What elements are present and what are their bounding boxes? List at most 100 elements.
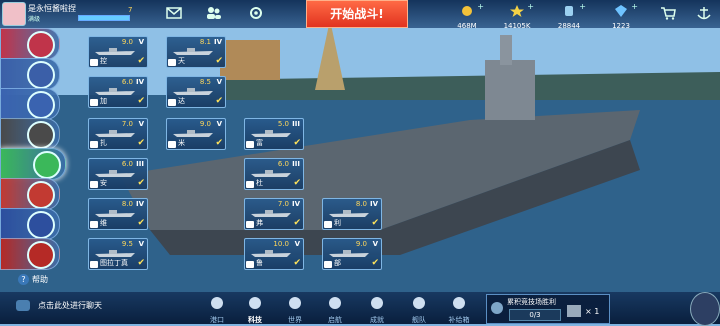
ship-tier: III [136,160,144,168]
nation-tab[interactable] [0,58,60,90]
tech-icon [249,297,261,309]
sail-icon [329,297,341,309]
nation-tab[interactable] [0,178,60,210]
ship-silhouette-icon [95,88,135,95]
nav-achievement[interactable]: 成就 [362,295,392,324]
nation-flag-icon [90,181,98,188]
nation-tab[interactable] [0,148,66,180]
nation-flag-icon [246,181,254,188]
commander-avatar[interactable] [690,292,720,326]
nation-tab[interactable] [0,88,60,120]
check-icon: ✔ [137,96,145,106]
ship-silhouette-icon [251,130,291,137]
task-panel[interactable]: 累积竞技场胜利 0/3 × 1 [486,294,610,324]
ship-card[interactable]: 7.0 IV 弗 ✔ [244,198,304,230]
nation-tab[interactable] [0,118,60,150]
ship-tier: V [138,120,144,128]
ship-silhouette-icon [95,130,135,137]
nav-fleet[interactable]: 舰队 [404,295,434,324]
ship-silhouette-icon [251,170,291,177]
ship-card[interactable]: 10.0 V 鲁 ✔ [244,238,304,270]
ship-card[interactable]: 7.0 V 扎 ✔ [88,118,148,150]
nav-tech[interactable]: 科技 [240,295,270,324]
ship-card[interactable]: 9.0 V 米 ✔ [166,118,226,150]
friends-icon[interactable] [206,6,222,20]
resource-gems[interactable]: 1223 + [596,2,646,30]
nation-flag-icon [324,261,332,268]
ship-level: 8.5 [199,78,211,86]
nation-emblem-icon [27,121,55,149]
check-icon: ✔ [137,218,145,228]
nation-tab[interactable] [0,238,60,270]
ship-card[interactable]: 9.5 V 图拉丁真 ✔ [88,238,148,270]
ship-card[interactable]: 9.0 V 控 ✔ [88,36,148,68]
shop-cart-icon[interactable] [660,6,676,20]
plus-icon[interactable]: + [527,2,534,11]
ship-tier: IV [291,200,300,208]
nation-emblem-icon [27,241,55,269]
check-icon: ✔ [293,218,301,228]
supply-box-icon [453,297,465,309]
ship-silhouette-icon [173,130,213,137]
task-progress: 0/3 [509,309,561,321]
ship-name: 部 [334,259,341,267]
settings-icon[interactable] [248,6,264,20]
nation-emblem-icon [33,151,61,179]
ship-silhouette-icon [95,170,135,177]
start-battle-button[interactable]: 开始战斗! [306,0,408,28]
ship-card[interactable]: 6.0 III 杜 ✔ [244,158,304,190]
ship-name: 米 [178,139,185,147]
ship-tier: IV [135,200,144,208]
ship-card[interactable]: 8.0 IV 利 ✔ [322,198,382,230]
ship-card[interactable]: 6.0 III 安 ✔ [88,158,148,190]
nation-tab[interactable] [0,28,60,60]
nation-flag-icon [246,141,254,148]
check-icon: ✔ [371,218,379,228]
help-button[interactable]: ? 帮助 [18,274,48,285]
ship-silhouette-icon [251,250,291,257]
ship-name: 图拉丁真 [100,259,128,267]
ship-card[interactable]: 6.0 IV 加 ✔ [88,76,148,108]
reward-count: × 1 [585,307,600,316]
resource-gold[interactable]: 468M + [442,2,492,30]
help-icon: ? [18,274,29,285]
ship-card[interactable]: 8.0 IV 维 ✔ [88,198,148,230]
nation-flag-icon [324,221,332,228]
reward-box-icon [567,305,581,317]
nav-sail[interactable]: 启航 [320,295,350,324]
ship-tier: III [292,160,300,168]
plus-icon[interactable]: + [477,2,484,11]
player-avatar[interactable] [2,2,26,26]
check-icon: ✔ [137,258,145,268]
anchor-icon[interactable] [696,6,712,20]
ship-name: 杜 [256,179,263,187]
ship-card[interactable]: 8.5 V 达 ✔ [166,76,226,108]
nation-flag-icon [90,59,98,66]
ship-level: 8.1 [199,38,211,46]
ship-name: 维 [100,219,107,227]
top-bar: 是永恒酱啦捏 满级 7 开始战斗! 468M + 14105K + 28844 + 1… [0,0,720,30]
ship-tier: V [216,120,222,128]
resource-fuel[interactable]: 28844 + [544,2,594,30]
ship-tier: III [292,120,300,128]
level-label: 满级 [28,16,41,23]
gems-icon [615,5,627,17]
nation-tab[interactable] [0,208,60,240]
ship-silhouette-icon [329,250,369,257]
world-icon [289,297,301,309]
ship-level: 5.0 [277,120,289,128]
plus-icon[interactable]: + [631,2,638,11]
plus-icon[interactable]: + [579,2,586,11]
nav-world[interactable]: 世界 [280,295,310,324]
chat-input[interactable]: 点击此处进行聊天 [16,300,102,311]
ship-card[interactable]: 5.0 III 富 ✔ [244,118,304,150]
resource-star[interactable]: 14105K + [492,2,542,30]
ship-card[interactable]: 9.0 V 部 ✔ [322,238,382,270]
player-level: 7 [128,6,133,14]
nav-supply-box[interactable]: 补给箱 [444,295,474,324]
resource-value: 14105K [503,22,531,30]
ship-card[interactable]: 8.1 IV 天 ✔ [166,36,226,68]
check-icon: ✔ [215,138,223,148]
nav-harbor[interactable]: 港口 [202,295,232,324]
mail-icon[interactable] [166,6,182,20]
